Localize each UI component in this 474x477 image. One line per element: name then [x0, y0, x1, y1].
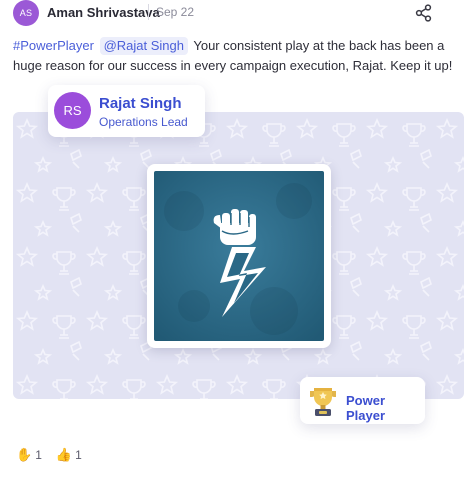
raised-fist-lightning-icon: [154, 171, 324, 341]
award-image-frame: [147, 164, 331, 348]
reactions-bar: ✋ 1 👍 1: [13, 444, 85, 466]
author-avatar[interactable]: AS: [13, 0, 39, 26]
raised-hand-icon: ✋: [16, 447, 33, 463]
reaction-count: 1: [35, 448, 42, 462]
award-poster: [154, 171, 324, 341]
recipient-card[interactable]: RS Rajat Singh Operations Lead: [48, 85, 205, 137]
hashtag-link[interactable]: #PowerPlayer: [13, 38, 94, 53]
post-header: AS Aman Shrivastava Sep 22: [0, 0, 474, 26]
recipient-avatar: RS: [54, 92, 91, 129]
author-name[interactable]: Aman Shrivastava: [47, 5, 160, 20]
reaction-thumbs-up[interactable]: 👍 1: [53, 444, 85, 466]
reaction-raised-hand[interactable]: ✋ 1: [13, 444, 45, 466]
post-date: Sep 22: [156, 5, 195, 19]
share-icon[interactable]: [414, 3, 434, 23]
thumbs-up-icon: 👍: [55, 447, 73, 463]
award-badge[interactable]: Power Player: [300, 377, 425, 424]
reaction-count: 1: [75, 448, 82, 462]
recipient-name: Rajat Singh: [99, 95, 182, 112]
post-message: #PowerPlayer @Rajat Singh Your consisten…: [13, 36, 463, 76]
recipient-role: Operations Lead: [99, 115, 188, 129]
header-divider: [148, 4, 149, 20]
award-name: Power Player: [346, 393, 386, 423]
mention-chip[interactable]: @Rajat Singh: [99, 37, 188, 55]
trophy-icon: [306, 384, 340, 418]
